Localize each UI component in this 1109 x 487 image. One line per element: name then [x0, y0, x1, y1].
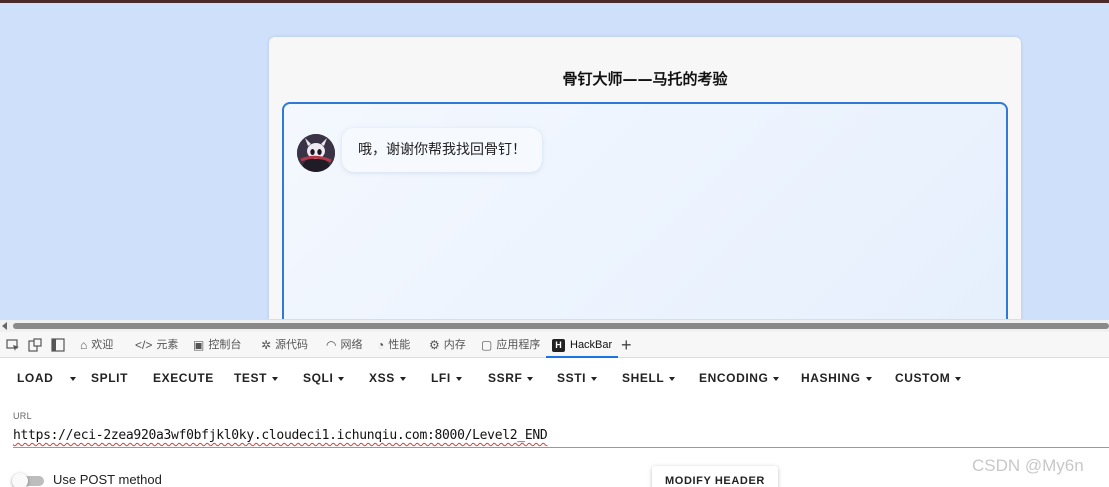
- bug-icon: ✲: [261, 338, 272, 353]
- page-viewport: 骨钉大师——马托的考验 哦，谢谢你帮我找回骨钉！: [0, 3, 1109, 319]
- chevron-down-icon: [669, 376, 676, 381]
- menu-label: ENCODING: [699, 371, 769, 385]
- menu-label: TEST: [234, 371, 268, 385]
- tab-sources[interactable]: ✲ 源代码: [261, 332, 308, 358]
- post-method-label: Use POST method: [53, 472, 162, 487]
- tab-welcome[interactable]: ⌂ 欢迎: [80, 332, 113, 358]
- shell-menu[interactable]: SHELL: [622, 371, 676, 385]
- split-button[interactable]: SPLIT: [91, 371, 128, 385]
- watermark: CSDN @My6n: [972, 456, 1084, 475]
- chat-bubble: 哦，谢谢你帮我找回骨钉！: [342, 128, 542, 172]
- sqli-menu[interactable]: SQLI: [303, 371, 345, 385]
- ssti-menu[interactable]: SSTI: [557, 371, 598, 385]
- page-title: 骨钉大师——马托的考验: [562, 70, 728, 88]
- chevron-down-icon: [591, 376, 598, 381]
- tab-label: 源代码: [275, 339, 309, 351]
- inspect-element-icon[interactable]: [6, 338, 20, 352]
- gauge-icon: ◔: [377, 338, 385, 353]
- chevron-down-icon: [70, 376, 76, 381]
- tab-elements[interactable]: </> 元素: [135, 332, 178, 358]
- tab-label: 网络: [340, 339, 363, 351]
- url-input-underline: [13, 447, 1109, 448]
- encoding-menu[interactable]: ENCODING: [699, 371, 780, 385]
- app-icon: ▢: [481, 338, 493, 353]
- chevron-down-icon: [773, 376, 780, 381]
- chevron-down-icon: [399, 376, 406, 381]
- home-icon: ⌂: [80, 338, 88, 353]
- tab-label: HackBar: [570, 339, 613, 351]
- url-label: URL: [13, 411, 32, 421]
- chevron-down-icon: [272, 376, 279, 381]
- load-button[interactable]: LOAD: [17, 371, 53, 385]
- chat-box[interactable]: 哦，谢谢你帮我找回骨钉！: [282, 102, 1008, 319]
- tab-console[interactable]: ▣ 控制台: [193, 332, 241, 358]
- post-method-toggle[interactable]: [12, 473, 44, 487]
- toggle-knob: [12, 473, 28, 487]
- menu-label: SSRF: [488, 371, 523, 385]
- device-toolbar-icon[interactable]: [28, 338, 42, 352]
- tab-performance[interactable]: ◔ 性能: [377, 332, 410, 358]
- tab-label: 控制台: [208, 339, 242, 351]
- chevron-down-icon: [865, 376, 872, 381]
- menu-label: LFI: [431, 371, 451, 385]
- tab-label: 元素: [156, 339, 179, 351]
- devtools-tab-bar: ⌂ 欢迎 </> 元素 ▣ 控制台 ✲ 源代码 ◠ 网络 ◔ 性能 ⚙ 内存 ▢ 应用程序 HH…: [0, 332, 1109, 358]
- menu-label: XSS: [369, 371, 395, 385]
- url-input[interactable]: https://eci-2zea920a3wf0bfjkl0ky.cloudec…: [13, 428, 548, 443]
- menu-label: HASHING: [801, 371, 861, 385]
- hackbar-logo-icon: H: [552, 338, 565, 352]
- memory-icon: ⚙: [429, 338, 440, 353]
- dock-side-icon[interactable]: [51, 338, 65, 352]
- tab-label: 内存: [443, 339, 466, 351]
- npc-avatar: [297, 134, 335, 172]
- tab-hackbar[interactable]: H HackBar: [546, 332, 619, 358]
- chevron-down-icon: [527, 376, 534, 381]
- tab-application[interactable]: ▢ 应用程序: [481, 332, 540, 358]
- scroll-left-arrow-icon[interactable]: [2, 322, 7, 330]
- hashing-menu[interactable]: HASHING: [801, 371, 872, 385]
- test-menu[interactable]: TEST: [234, 371, 279, 385]
- code-icon: </>: [135, 338, 153, 353]
- game-card: 骨钉大师——马托的考验 哦，谢谢你帮我找回骨钉！: [269, 37, 1021, 319]
- tab-network[interactable]: ◠ 网络: [326, 332, 362, 358]
- menu-label: SSTI: [557, 371, 587, 385]
- load-dropdown-toggle[interactable]: [65, 371, 76, 385]
- lfi-menu[interactable]: LFI: [431, 371, 462, 385]
- menu-label: SHELL: [622, 371, 665, 385]
- xss-menu[interactable]: XSS: [369, 371, 406, 385]
- tab-label: 应用程序: [496, 339, 541, 351]
- knight-avatar-icon: [297, 134, 335, 172]
- hackbar-menu: LOAD SPLIT EXECUTE TEST SQLI XSS LFI SSR…: [0, 359, 1109, 395]
- modify-header-button[interactable]: MODIFY HEADER: [652, 466, 778, 487]
- console-icon: ▣: [193, 338, 205, 353]
- tab-memory[interactable]: ⚙ 内存: [429, 332, 466, 358]
- add-tab-icon[interactable]: +: [621, 334, 632, 356]
- tab-label: 性能: [388, 339, 411, 351]
- scrollbar-thumb[interactable]: [13, 323, 1109, 329]
- tab-label: 欢迎: [91, 339, 114, 351]
- wifi-icon: ◠: [326, 338, 337, 353]
- menu-label: CUSTOM: [895, 371, 951, 385]
- chevron-down-icon: [338, 376, 345, 381]
- execute-button[interactable]: EXECUTE: [153, 371, 214, 385]
- chevron-down-icon: [455, 376, 462, 381]
- chevron-down-icon: [955, 376, 962, 381]
- ssrf-menu[interactable]: SSRF: [488, 371, 534, 385]
- menu-label: SQLI: [303, 371, 334, 385]
- horizontal-scrollbar[interactable]: [0, 319, 1109, 332]
- custom-menu[interactable]: CUSTOM: [895, 371, 962, 385]
